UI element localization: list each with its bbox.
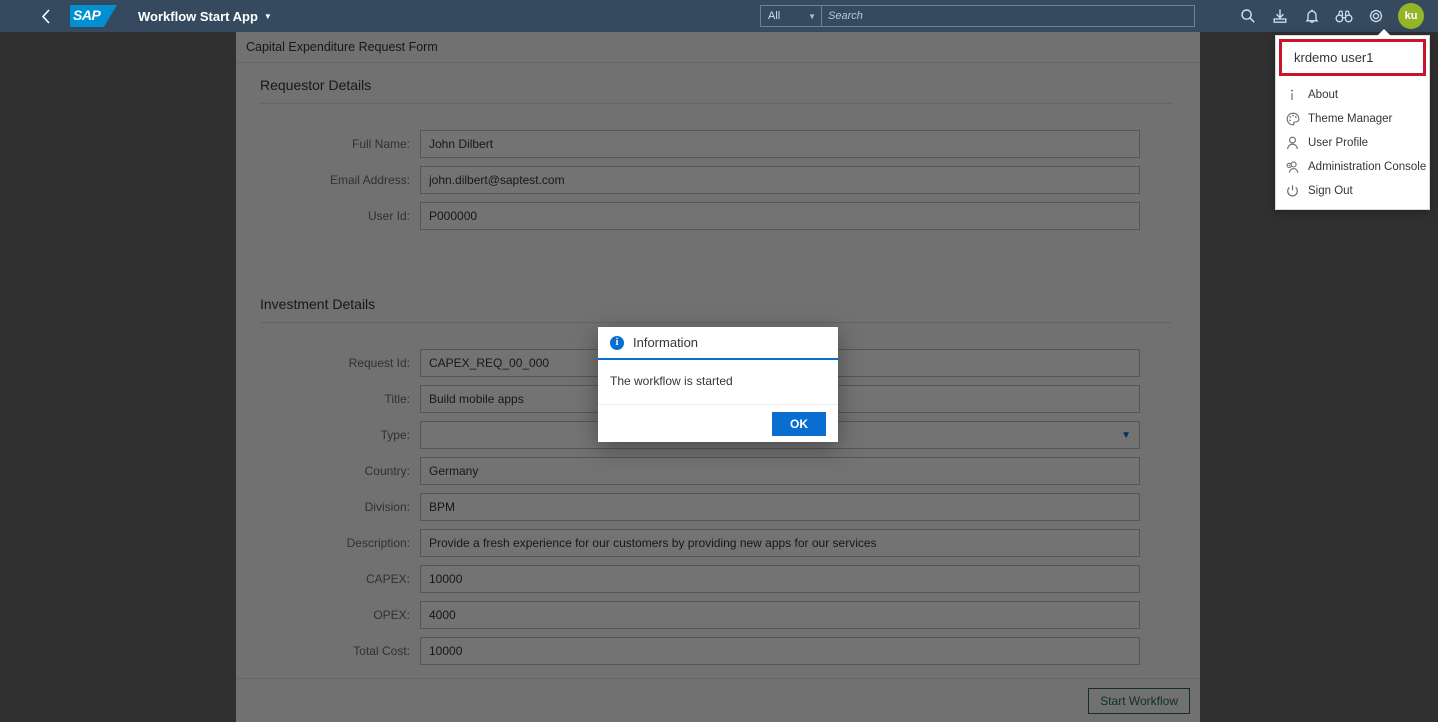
header-icon-group: ku [1232,0,1438,32]
info-icon [1286,87,1308,103]
avatar[interactable]: ku [1398,3,1424,29]
popover-arrow [1377,29,1391,36]
dialog-header: i Information [598,327,838,360]
back-icon[interactable] [30,0,62,32]
chevron-down-icon: ▼ [263,11,272,21]
gear-icon[interactable] [1360,0,1392,32]
menu-item-label: Administration Console [1308,161,1427,173]
bell-icon[interactable] [1296,0,1328,32]
user-name-header: krdemo user1 [1279,39,1426,76]
person-gear-icon [1286,159,1308,175]
menu-item-sign-out[interactable]: Sign Out [1276,179,1429,203]
sap-logo[interactable]: SAP [70,5,117,27]
menu-item-user-profile[interactable]: User Profile [1276,131,1429,155]
shell-header: SAP Workflow Start App ▼ All ▼ ku [0,0,1438,32]
download-icon[interactable] [1264,0,1296,32]
power-icon [1286,183,1308,199]
dialog-ok-button[interactable]: OK [772,411,826,436]
menu-item-administration-console[interactable]: Administration Console [1276,155,1429,179]
search-scope-select[interactable]: All ▼ [760,5,822,27]
menu-item-about[interactable]: About [1276,83,1429,107]
search-bar: All ▼ [760,5,1195,27]
information-dialog: i Information The workflow is started OK [598,327,838,442]
search-scope-value: All [768,10,781,22]
user-menu-popover: krdemo user1 About Theme Manager User Pr… [1275,29,1430,210]
app-title-menu[interactable]: Workflow Start App ▼ [138,9,272,24]
sap-logo-text: SAP [73,7,101,23]
chevron-down-icon: ▼ [808,11,816,21]
app-title-label: Workflow Start App [138,8,258,24]
info-circle-icon: i [610,335,624,350]
search-icon[interactable] [1232,0,1264,32]
menu-item-label: Theme Manager [1308,113,1393,125]
palette-icon [1286,111,1308,127]
person-icon [1286,135,1308,151]
menu-item-label: User Profile [1308,137,1369,149]
menu-item-theme-manager[interactable]: Theme Manager [1276,107,1429,131]
dialog-message: The workflow is started [610,374,733,388]
dialog-footer: OK [598,404,838,442]
dialog-title: Information [633,335,699,350]
menu-item-label: Sign Out [1308,185,1353,197]
user-menu-list: About Theme Manager User Profile Adminis… [1276,79,1429,209]
search-input[interactable] [822,5,1195,27]
menu-item-label: About [1308,89,1339,101]
binoculars-icon[interactable] [1328,0,1360,32]
